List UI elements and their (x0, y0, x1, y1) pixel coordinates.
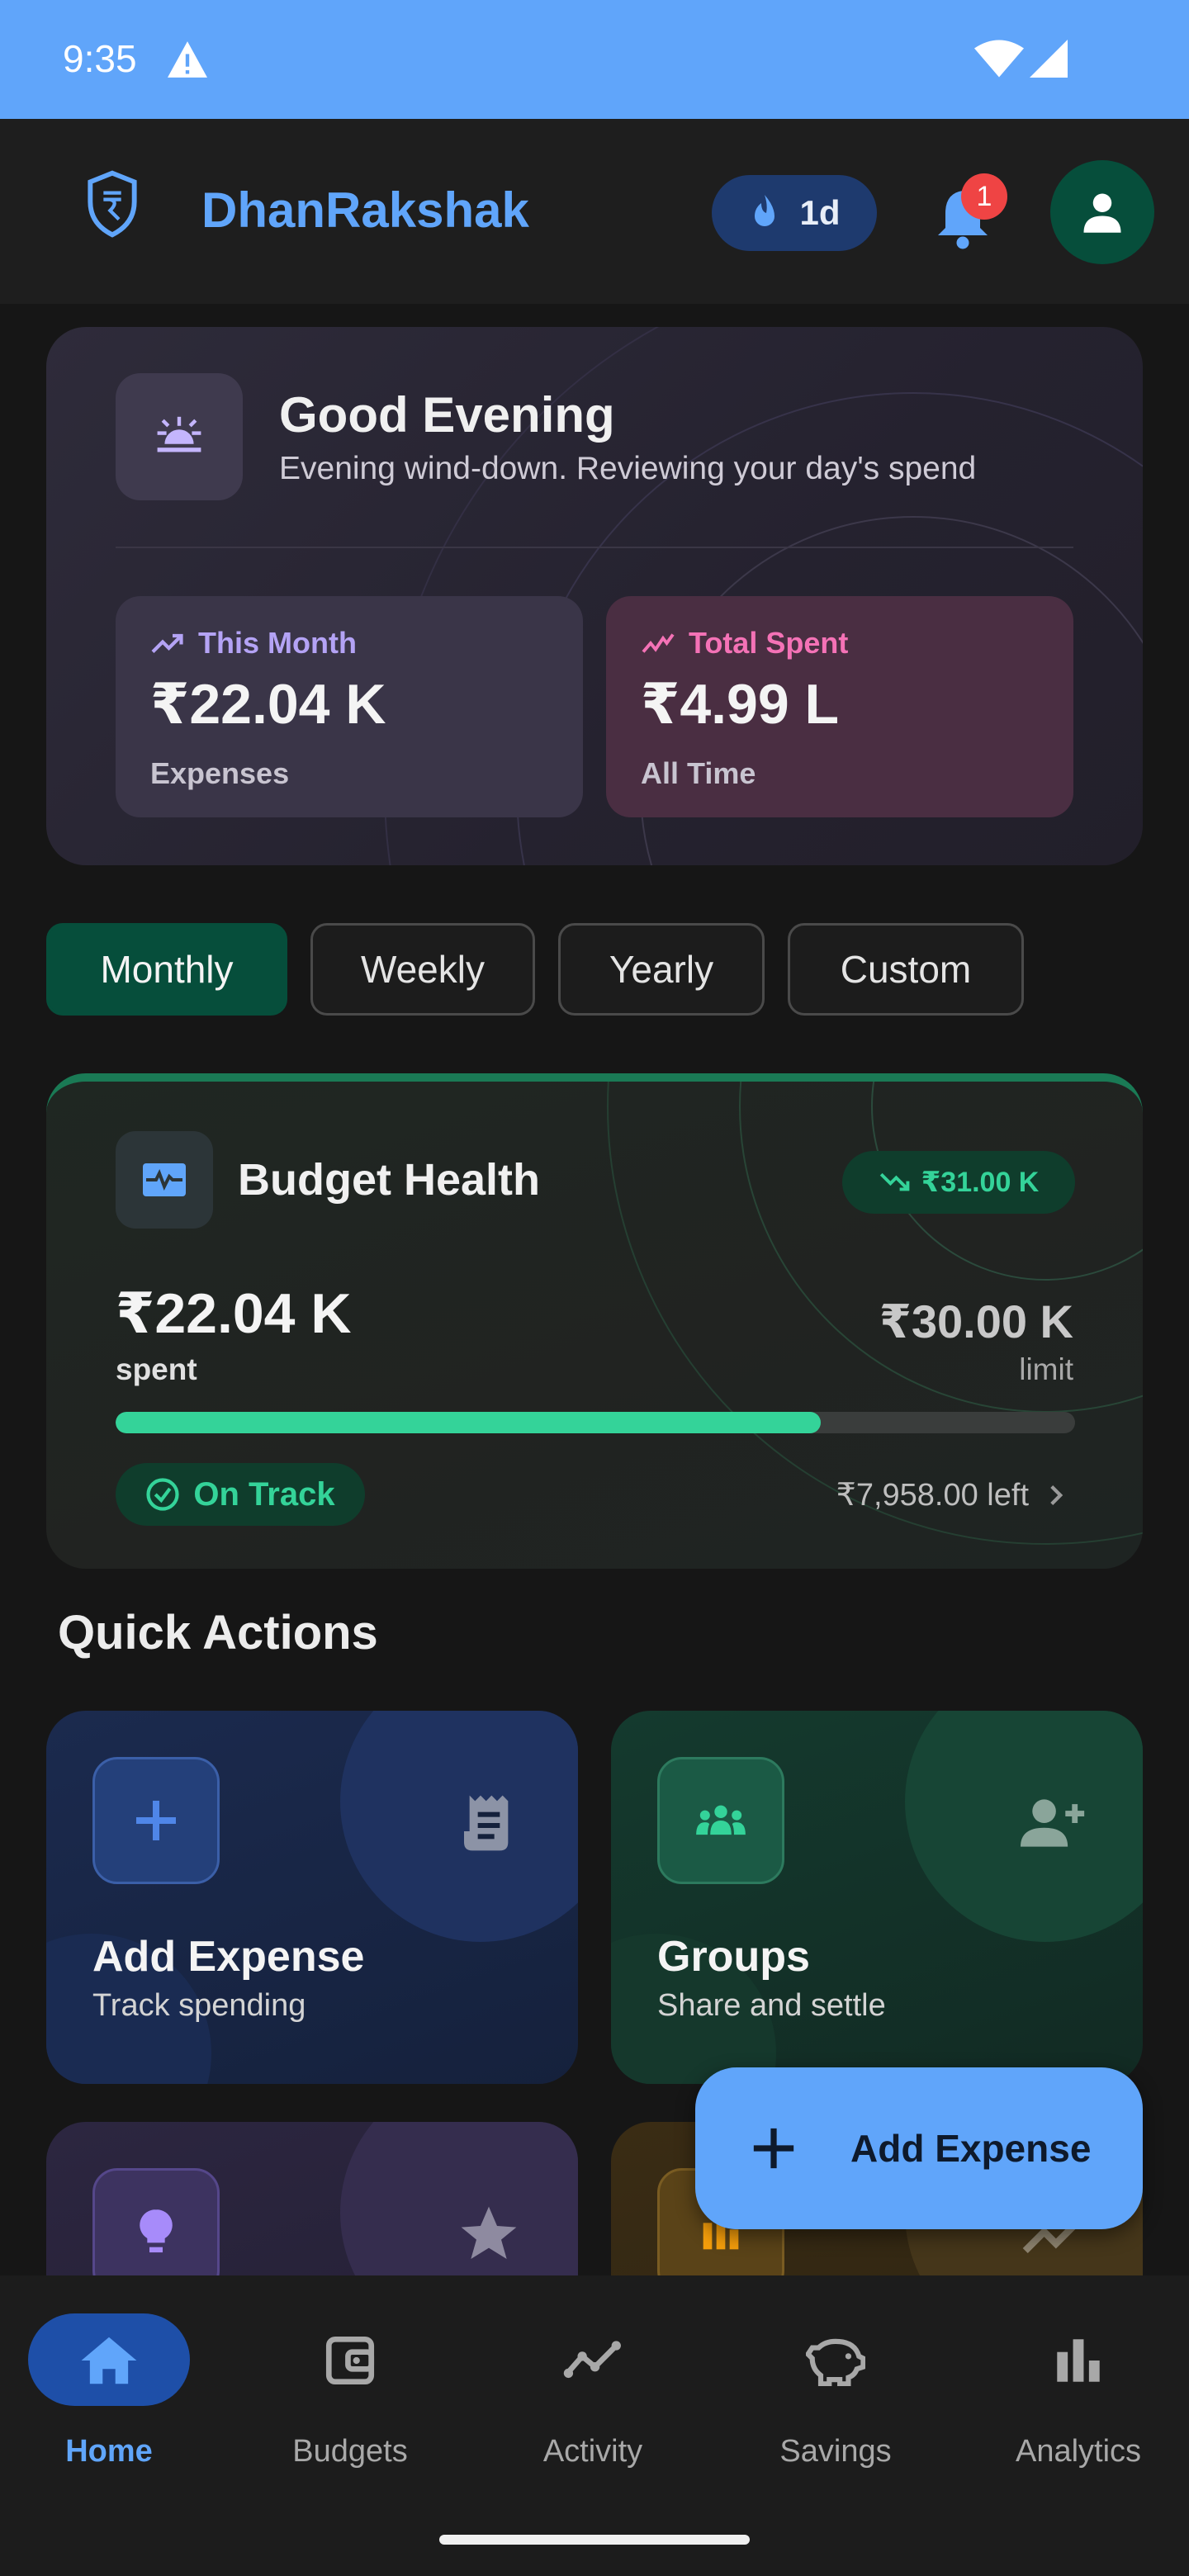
add-expense-title: Add Expense (92, 1933, 365, 1981)
remaining-link[interactable]: ₹7,958.00 left (836, 1476, 1063, 1513)
quick-actions-heading: Quick Actions (58, 1606, 378, 1660)
app-bar: DhanRakshak 1d 1 (0, 119, 1189, 304)
this-month-stat[interactable]: This Month ₹22.04 K Expenses (116, 596, 583, 817)
groups-title: Groups (657, 1933, 810, 1981)
check-circle-icon (146, 1478, 179, 1511)
sunset-icon-box (116, 373, 243, 500)
shield-logo-icon (88, 170, 137, 238)
warning-icon (168, 41, 207, 78)
status-bar: 9:35 (0, 0, 1189, 119)
nav-analytics-label: Analytics (1015, 2434, 1142, 2469)
total-spent-stat[interactable]: Total Spent ₹4.99 L All Time (606, 596, 1073, 817)
notifications-button[interactable]: 1 (928, 173, 1011, 259)
fab-label: Add Expense (850, 2127, 1092, 2170)
star-icon (461, 2206, 517, 2259)
app-title: DhanRakshak (201, 182, 529, 238)
trend-chip: ₹31.00 K (842, 1151, 1075, 1214)
greeting-subtitle: Evening wind-down. Reviewing your day's … (279, 451, 977, 486)
add-icon-box (92, 1757, 220, 1884)
tab-weekly[interactable]: Weekly (310, 923, 535, 1016)
budget-health-title: Budget Health (238, 1155, 541, 1205)
this-month-caption: Expenses (150, 756, 290, 790)
avatar[interactable] (1050, 160, 1154, 264)
total-spent-value: ₹4.99 L (641, 673, 840, 736)
tab-custom[interactable]: Custom (788, 923, 1024, 1016)
groups-subtitle: Share and settle (657, 1988, 886, 2023)
groups-icon-box (657, 1757, 784, 1884)
chevron-right-icon (1050, 1485, 1063, 1505)
remaining-text: ₹7,958.00 left (836, 1478, 1029, 1513)
nav-budgets[interactable]: Budgets (243, 2313, 457, 2479)
add-person-icon (1021, 1799, 1085, 1847)
spent-value: ₹22.04 K (116, 1282, 352, 1345)
streak-value: 1d (799, 193, 841, 232)
analytics-icon (1057, 2339, 1100, 2382)
this-month-value: ₹22.04 K (150, 673, 386, 736)
spent-label: spent (116, 1352, 197, 1386)
plus-icon (753, 2128, 794, 2169)
nav-analytics[interactable]: Analytics (971, 2313, 1186, 2479)
nav-home[interactable]: Home (2, 2313, 216, 2479)
nav-savings-label: Savings (779, 2434, 892, 2469)
piggy-bank-icon (806, 2338, 865, 2386)
groups-icon (696, 1805, 746, 1835)
tab-monthly[interactable]: Monthly (46, 923, 287, 1016)
add-expense-fab[interactable]: Add Expense (695, 2067, 1143, 2229)
streak-chip[interactable]: 1d (712, 175, 877, 251)
lightbulb-icon (140, 2209, 173, 2253)
person-icon (1083, 193, 1121, 233)
home-indicator[interactable] (439, 2535, 750, 2545)
quick-action-groups[interactable]: Groups Share and settle (611, 1711, 1143, 2084)
signal-icon (1030, 40, 1068, 78)
total-spent-label-row: Total Spent (641, 626, 848, 661)
monitor-heart-icon (143, 1163, 186, 1196)
receipt-icon (464, 1795, 509, 1851)
trend-chip-value: ₹31.00 K (921, 1167, 1040, 1198)
status-time: 9:35 (63, 37, 137, 80)
nav-activity-label: Activity (542, 2434, 643, 2469)
sunset-icon (157, 416, 201, 452)
health-icon-box (116, 1131, 213, 1229)
bottom-navigation: Home Budgets Activity Savings Analytics (0, 2275, 1189, 2576)
nav-budgets-label: Budgets (292, 2434, 408, 2469)
activity-line-icon (563, 2341, 621, 2379)
trending-line-icon (642, 633, 675, 653)
notification-badge: 1 (961, 173, 1007, 220)
total-spent-caption: All Time (641, 756, 756, 790)
trending-up-icon (151, 633, 183, 653)
tab-yearly[interactable]: Yearly (558, 923, 765, 1016)
plus-icon (136, 1801, 176, 1840)
status-text: On Track (193, 1475, 335, 1513)
home-icon (81, 2337, 137, 2384)
nav-savings[interactable]: Savings (728, 2313, 943, 2479)
budget-progress-fill (116, 1412, 821, 1433)
budget-health-card[interactable]: Budget Health ₹31.00 K ₹22.04 K spent ₹3… (46, 1073, 1143, 1569)
this-month-label-row: This Month (150, 626, 357, 661)
nav-activity[interactable]: Activity (486, 2313, 700, 2479)
nav-home-label: Home (65, 2434, 153, 2469)
limit-label: limit (1019, 1352, 1073, 1386)
greeting-title: Good Evening (279, 387, 615, 443)
flame-icon (755, 195, 775, 226)
quick-action-add-expense[interactable]: Add Expense Track spending (46, 1711, 578, 2084)
divider (116, 547, 1073, 548)
add-expense-subtitle: Track spending (92, 1988, 306, 2023)
trending-down-icon (879, 1172, 909, 1191)
status-badge: On Track (116, 1463, 365, 1526)
greeting-card: Good Evening Evening wind-down. Reviewin… (46, 327, 1143, 865)
this-month-label: This Month (198, 626, 357, 660)
limit-value: ₹30.00 K (879, 1295, 1073, 1347)
total-spent-label: Total Spent (689, 626, 849, 660)
budget-progress-bar (116, 1412, 1075, 1433)
wallet-icon (325, 2336, 375, 2385)
wifi-icon (974, 40, 1024, 78)
